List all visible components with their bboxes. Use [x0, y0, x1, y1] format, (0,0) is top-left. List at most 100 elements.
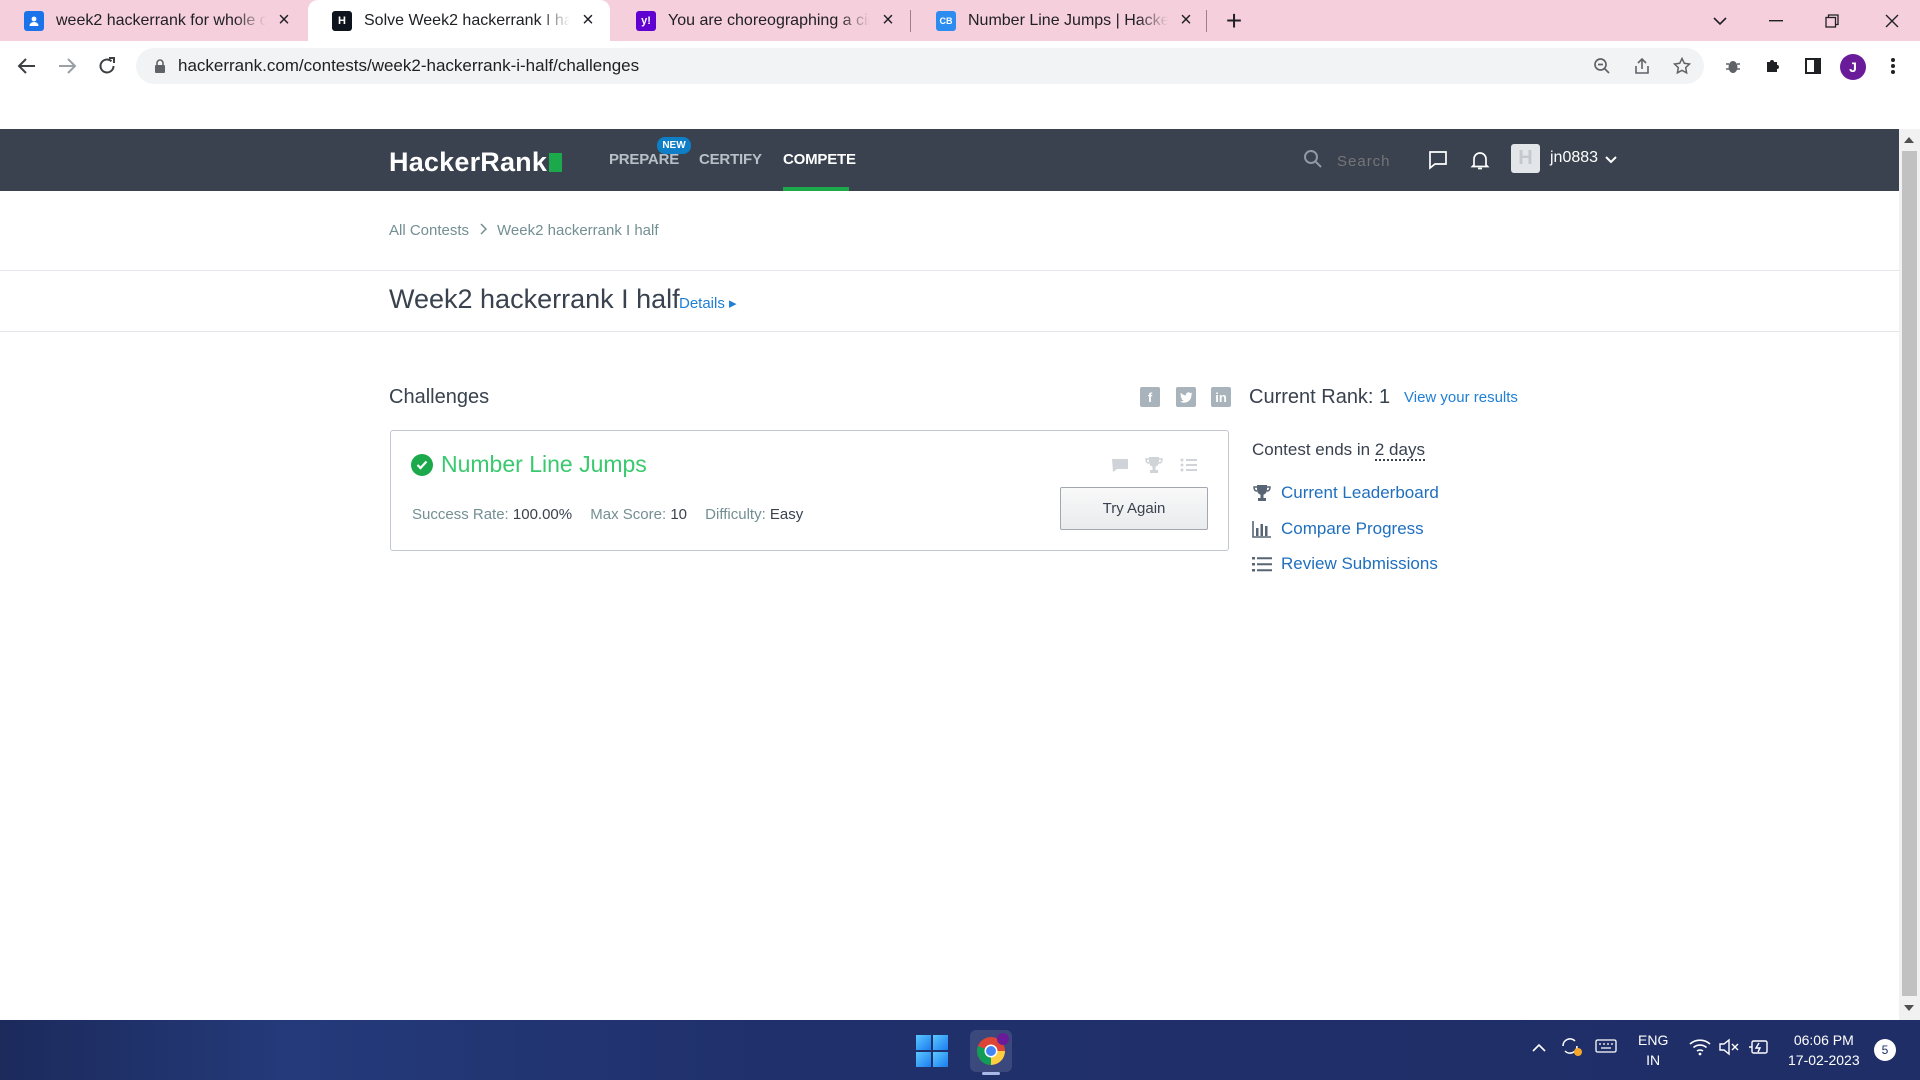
chrome-taskbar-icon[interactable] — [970, 1030, 1012, 1072]
restore-button[interactable] — [1804, 0, 1860, 41]
minimize-button[interactable] — [1748, 0, 1804, 41]
nav-certify[interactable]: CERTIFY — [699, 151, 762, 168]
language-indicator[interactable]: ENG IN — [1638, 1030, 1668, 1070]
trophy-icon[interactable] — [1144, 456, 1164, 474]
list-icon[interactable] — [1179, 456, 1199, 474]
challenge-card[interactable]: Number Line Jumps Success Rate: 100.00% … — [390, 430, 1229, 551]
page-scrollbar[interactable] — [1899, 129, 1920, 1020]
close-window-button[interactable] — [1864, 0, 1920, 41]
clock[interactable]: 06:06 PM 17-02-2023 — [1788, 1030, 1860, 1070]
new-tab-button[interactable]: + — [1206, 0, 1262, 41]
username[interactable]: jn0883 — [1550, 149, 1598, 167]
max-score-label: Max Score: — [590, 506, 667, 523]
list-icon — [1251, 554, 1273, 574]
active-tab-indicator — [783, 187, 849, 191]
back-button[interactable] — [9, 48, 45, 84]
browser-tab-active[interactable]: H Solve Week2 hackerrank I half Question… — [308, 0, 610, 41]
browser-tab[interactable]: week2 hackerrank for whole class × — [0, 0, 306, 41]
current-rank: Current Rank: 1 — [1249, 386, 1391, 408]
volume-muted-icon[interactable] — [1718, 1038, 1740, 1061]
scroll-down-arrow-icon[interactable] — [1904, 1005, 1914, 1011]
taskbar: ENG IN 06:06 PM 17-02-2023 5 — [0, 1020, 1920, 1080]
sync-icon[interactable] — [1559, 1035, 1583, 1062]
user-avatar[interactable]: H — [1511, 144, 1540, 173]
windows-start-icon[interactable] — [916, 1035, 948, 1067]
zoom-icon[interactable] — [1590, 54, 1614, 78]
reload-button[interactable] — [89, 48, 125, 84]
divider — [0, 270, 1899, 271]
scroll-thumb[interactable] — [1902, 151, 1917, 996]
leaderboard-label[interactable]: Current Leaderboard — [1281, 483, 1439, 503]
close-icon[interactable]: × — [274, 9, 294, 31]
bookmark-star-icon[interactable] — [1670, 54, 1694, 78]
browser-tab[interactable]: y! You are choreographing a circus × — [612, 0, 910, 41]
hackerrank-logo[interactable]: HackerRank — [389, 147, 563, 178]
nav-compete[interactable]: COMPETE — [783, 151, 856, 168]
breadcrumb-current[interactable]: Week2 hackerrank I half — [497, 222, 658, 239]
notifications-bell-icon[interactable] — [1469, 149, 1491, 171]
clock-date: 17-02-2023 — [1788, 1052, 1860, 1068]
chevron-up-icon[interactable] — [1531, 1040, 1547, 1058]
forward-button[interactable] — [49, 48, 85, 84]
contest-ends-text: Contest ends in 2 days — [1252, 440, 1425, 461]
lang-code: ENG — [1638, 1032, 1669, 1048]
tab-title: You are choreographing a circus — [668, 11, 870, 29]
search-input[interactable] — [1337, 153, 1427, 170]
search-icon — [1303, 149, 1323, 174]
address-bar[interactable]: hackerrank.com/contests/week2-hackerrank… — [136, 48, 1704, 84]
compare-progress-label[interactable]: Compare Progress — [1281, 519, 1424, 539]
review-submissions-label[interactable]: Review Submissions — [1281, 554, 1438, 574]
extensions-puzzle-icon[interactable] — [1760, 53, 1786, 79]
check-circle-icon — [411, 454, 433, 476]
challenge-stats: Success Rate: 100.00% Max Score: 10 Diff… — [412, 506, 817, 523]
close-icon[interactable]: × — [578, 9, 598, 31]
leaderboard-link[interactable]: Current Leaderboard — [1251, 483, 1439, 503]
view-results-link[interactable]: View your results — [1404, 389, 1518, 406]
search-box[interactable] — [1303, 149, 1427, 174]
difficulty-value: Easy — [769, 506, 804, 523]
keyboard-icon[interactable] — [1595, 1038, 1617, 1059]
close-icon[interactable]: × — [1176, 9, 1196, 31]
divider — [0, 331, 1899, 332]
scroll-up-arrow-icon[interactable] — [1904, 137, 1914, 143]
breadcrumb-all-contests[interactable]: All Contests — [389, 222, 469, 239]
clock-time: 06:06 PM — [1793, 1032, 1854, 1048]
share-icon[interactable] — [1630, 54, 1654, 78]
yahoo-icon: y! — [636, 10, 656, 31]
details-link[interactable]: Details ▸ — [679, 294, 737, 312]
classroom-icon — [24, 10, 44, 31]
lock-icon[interactable] — [148, 54, 172, 78]
logo-block — [549, 153, 563, 172]
url-text[interactable]: hackerrank.com/contests/week2-hackerrank… — [178, 56, 639, 76]
more-menu-icon[interactable] — [1880, 53, 1906, 79]
tab-separator — [910, 10, 911, 32]
challenges-heading: Challenges — [389, 386, 490, 408]
try-again-button[interactable]: Try Again — [1060, 487, 1208, 530]
discussion-icon[interactable] — [1110, 456, 1130, 474]
side-panel-icon[interactable] — [1800, 53, 1826, 79]
twitter-icon[interactable] — [1176, 387, 1196, 407]
linkedin-icon[interactable]: in — [1211, 387, 1231, 407]
codebeautify-icon: CB — [936, 10, 956, 31]
close-icon[interactable]: × — [878, 9, 898, 31]
wifi-icon[interactable] — [1689, 1038, 1711, 1061]
facebook-icon[interactable]: f — [1140, 387, 1160, 407]
review-submissions-link[interactable]: Review Submissions — [1251, 554, 1438, 574]
browser-tab[interactable]: CB Number Line Jumps | HackerRank × — [912, 0, 1208, 41]
tab-search-icon[interactable] — [1692, 0, 1748, 41]
active-app-indicator — [982, 1072, 1000, 1075]
notification-count-badge[interactable]: 5 — [1874, 1039, 1896, 1061]
new-badge: NEW — [657, 137, 691, 154]
difficulty-label: Difficulty: — [705, 506, 766, 523]
hackerrank-navbar: HackerRank PREPARE CERTIFY COMPETE H jn0… — [0, 129, 1899, 191]
messages-icon[interactable] — [1427, 149, 1449, 171]
extension-bug-icon[interactable] — [1720, 53, 1746, 79]
chevron-right-icon — [479, 223, 488, 238]
compare-progress-link[interactable]: Compare Progress — [1251, 519, 1424, 539]
contest-ends-days: 2 days — [1374, 440, 1425, 461]
chevron-down-icon[interactable] — [1600, 149, 1622, 171]
battery-charging-icon[interactable] — [1748, 1038, 1770, 1061]
page-title: Week2 hackerrank I half — [389, 284, 680, 314]
profile-avatar[interactable]: J — [1840, 54, 1866, 80]
challenge-title[interactable]: Number Line Jumps — [441, 451, 647, 478]
